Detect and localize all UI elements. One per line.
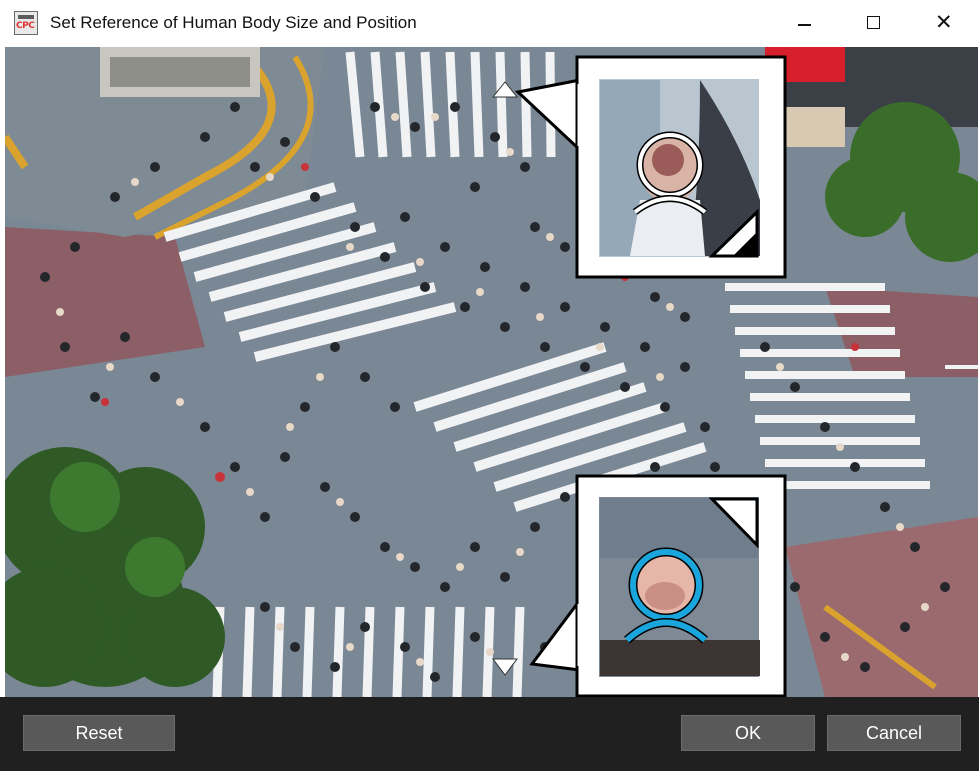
maximize-icon (867, 16, 880, 29)
ok-button[interactable]: OK (681, 715, 815, 751)
crossing-photo (5, 47, 978, 697)
title-bar[interactable]: CPC Set Reference of Human Body Size and… (0, 0, 979, 47)
minimize-icon (798, 24, 811, 26)
cancel-button[interactable]: Cancel (827, 715, 961, 751)
reference-image[interactable] (5, 47, 978, 697)
minimize-button[interactable] (781, 0, 827, 47)
maximize-button[interactable] (851, 0, 897, 47)
dialog-window: CPC Set Reference of Human Body Size and… (0, 0, 979, 771)
close-icon: ✕ (935, 11, 953, 34)
close-button[interactable]: ✕ (921, 0, 967, 47)
app-icon: CPC (14, 11, 38, 35)
reset-button[interactable]: Reset (23, 715, 175, 751)
button-bar: Reset OK Cancel (0, 697, 979, 771)
window-title: Set Reference of Human Body Size and Pos… (50, 13, 417, 32)
